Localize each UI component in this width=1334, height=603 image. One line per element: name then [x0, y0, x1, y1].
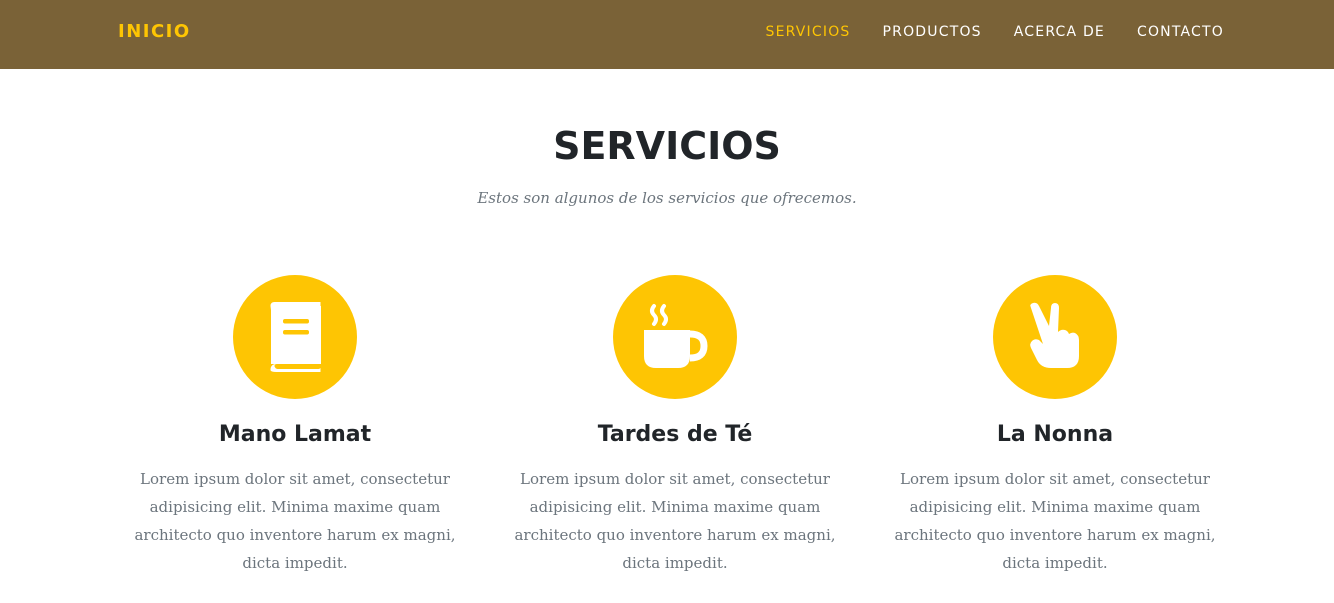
service-name: Mano Lamat	[218, 422, 372, 447]
service-description: Lorem ipsum dolor sit amet, consectetur …	[514, 470, 836, 572]
service-icon-circle	[613, 275, 737, 399]
section-title: SERVICIOS	[553, 124, 781, 168]
section-subtitle: Estos son algunos de los servicios que o…	[477, 189, 857, 207]
nav-links: SERVICIOS PRODUCTOS ACERCA DE CONTACTO	[765, 24, 1224, 40]
service-description: Lorem ipsum dolor sit amet, consectetur …	[894, 470, 1216, 572]
hand-peace-icon	[1030, 302, 1079, 368]
navbar: INICIO SERVICIOS PRODUCTOS ACERCA DE CON…	[0, 0, 1334, 69]
nav-link-productos[interactable]: PRODUCTOS	[883, 24, 982, 40]
nav-link-servicios[interactable]: SERVICIOS	[765, 24, 850, 40]
service-name: La Nonna	[996, 422, 1114, 447]
service-description: Lorem ipsum dolor sit amet, consectetur …	[134, 470, 456, 572]
service-card-mano-lamat: Mano Lamat Lorem ipsum dolor sit amet, c…	[125, 275, 465, 577]
service-card-la-nonna: La Nonna Lorem ipsum dolor sit amet, con…	[885, 275, 1225, 577]
service-icon-circle	[993, 275, 1117, 399]
book-icon	[270, 302, 321, 372]
nav-link-acerca-de[interactable]: ACERCA DE	[1014, 24, 1105, 40]
service-card-tardes-de-te: Tardes de Té Lorem ipsum dolor sit amet,…	[505, 275, 845, 577]
brand-link[interactable]: INICIO	[118, 21, 191, 42]
service-name: Tardes de Té	[597, 422, 753, 447]
coffee-cup-icon	[644, 304, 708, 368]
nav-link-contacto[interactable]: CONTACTO	[1137, 24, 1224, 40]
service-icon-circle	[233, 275, 357, 399]
